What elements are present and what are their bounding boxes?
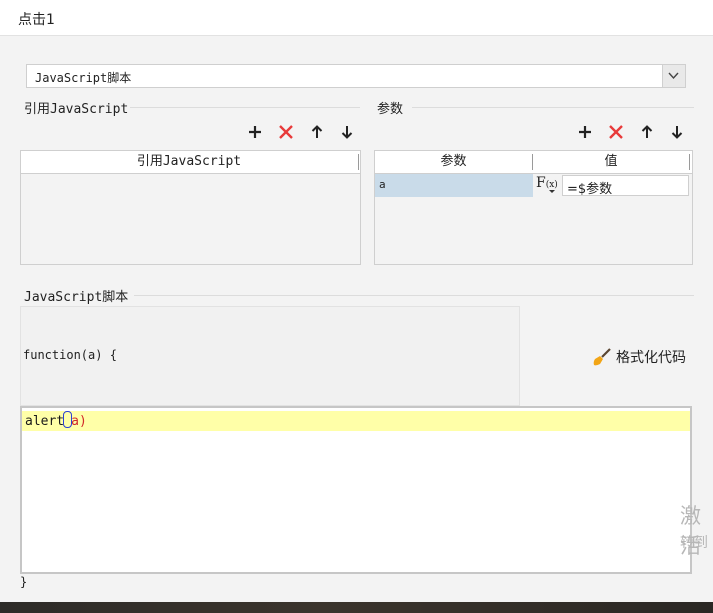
code-editor[interactable]: alert a) (20, 406, 692, 574)
ref-js-move-up-button[interactable] (307, 122, 327, 142)
param-value-field[interactable]: =$参数 (562, 175, 689, 197)
params-table[interactable]: 参数 值 a F(x) =$参数 (374, 150, 693, 265)
param-value-column-header[interactable]: 值 (533, 151, 689, 173)
code-line: alert a) (25, 411, 87, 432)
code-identifier: alert (25, 414, 65, 429)
params-move-down-button[interactable] (667, 122, 687, 142)
param-name-column-header[interactable]: 参数 (375, 151, 532, 173)
ref-js-toolbar (245, 122, 360, 142)
arrow-up-icon (311, 125, 323, 138)
dialog-title-bar: 点击1 (0, 0, 713, 36)
params-add-button[interactable] (575, 122, 595, 142)
dialog-body: JavaScript脚本 引用JavaScript 引用JavaScript 参… (0, 36, 713, 602)
params-section-label: 参数 (377, 102, 404, 117)
chevron-down-icon (668, 72, 679, 80)
formula-button[interactable]: F(x) (534, 174, 560, 197)
ref-js-move-down-button[interactable] (337, 122, 357, 142)
arrow-up-icon (641, 125, 653, 138)
current-line-highlight (22, 411, 690, 431)
params-toolbar (575, 122, 690, 142)
ref-js-table-header: 引用JavaScript (21, 151, 360, 174)
script-type-select[interactable]: JavaScript脚本 (26, 64, 686, 88)
arrow-down-icon (341, 126, 353, 139)
dialog-title: 点击1 (18, 12, 55, 28)
arrow-down-icon (671, 126, 683, 139)
params-delete-button[interactable] (606, 122, 626, 142)
plus-icon (249, 126, 261, 138)
param-name-cell: a (379, 178, 386, 191)
params-table-header: 参数 值 (375, 151, 692, 174)
format-code-label: 格式化代码 (616, 350, 686, 366)
ref-js-table[interactable]: 引用JavaScript (20, 150, 361, 265)
params-divider (412, 107, 694, 108)
x-icon (279, 125, 293, 139)
caret-down-icon (549, 190, 555, 193)
ref-js-section-label: 引用JavaScript (24, 102, 129, 117)
script-type-value: JavaScript脚本 (35, 71, 132, 85)
broom-icon (593, 348, 611, 366)
script-divider (134, 295, 694, 296)
ref-js-divider (130, 107, 360, 108)
ref-js-column-header[interactable]: 引用JavaScript (21, 151, 357, 173)
x-icon (609, 125, 623, 139)
ref-js-add-button[interactable] (245, 122, 265, 142)
column-divider (689, 154, 690, 170)
ref-js-delete-button[interactable] (276, 122, 296, 142)
function-footer: } (20, 575, 28, 589)
plus-icon (579, 126, 591, 138)
param-row[interactable]: a (375, 174, 533, 197)
script-section-label: JavaScript脚本 (24, 290, 129, 305)
format-code-button[interactable]: 格式化代码 (592, 345, 686, 369)
taskbar-edge (0, 602, 713, 613)
dropdown-toggle[interactable] (662, 65, 685, 87)
function-header: function(a) { (23, 348, 117, 362)
params-move-up-button[interactable] (637, 122, 657, 142)
activation-watermark-subtitle: 转到 (680, 535, 708, 551)
formula-icon: F(x) (536, 175, 558, 191)
column-divider (358, 154, 359, 170)
code-close-paren: ) (78, 414, 87, 429)
function-signature-box: function(a) { (20, 306, 520, 406)
code-argument: a (71, 414, 79, 429)
